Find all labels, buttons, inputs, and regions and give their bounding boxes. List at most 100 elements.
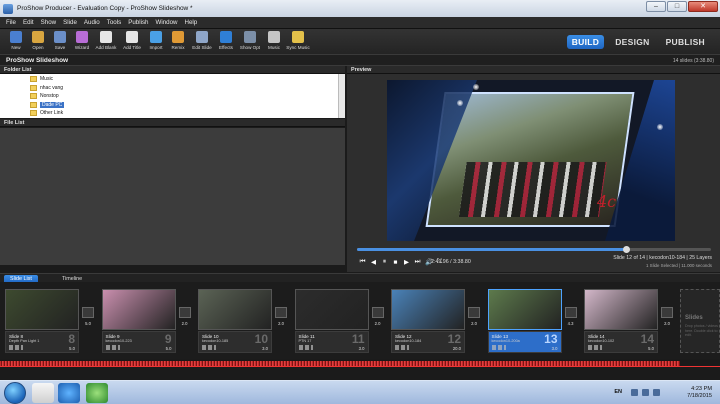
tool-save-button[interactable]: Save	[50, 31, 70, 50]
tool-effects-button[interactable]: Effects	[216, 31, 236, 50]
slide-thumbnail[interactable]	[101, 289, 176, 330]
slide-duration[interactable]: 20.0	[453, 346, 461, 351]
menu-slide[interactable]: Slide	[63, 19, 77, 26]
slide-card[interactable]: 4.3 Slide 13 kecodon10-200a 13 3.0	[487, 287, 579, 355]
slide-info-box[interactable]: Slide 12 kecodon10-184 12 20.0	[391, 331, 465, 353]
playback-scrub-knob[interactable]	[623, 246, 631, 253]
playback-control-button[interactable]: ▶	[403, 258, 410, 266]
menu-show[interactable]: Show	[41, 19, 56, 26]
transition-icon[interactable]	[275, 307, 287, 318]
taskbar-app-icon[interactable]	[32, 383, 54, 403]
tray-icon[interactable]	[653, 389, 660, 396]
tool-sync-music-button[interactable]: Sync Music	[286, 31, 310, 50]
folder-item[interactable]: Other Link	[30, 109, 63, 117]
transition-icon[interactable]	[564, 307, 577, 318]
slide-list[interactable]: Slides Drop photos / videos here. Double…	[0, 282, 720, 359]
slide-info-box[interactable]: Slide 8 Depth Pan Light 1 8 5.0	[5, 331, 79, 353]
start-button[interactable]	[4, 382, 26, 404]
slide-duration[interactable]: 3.0	[359, 346, 365, 351]
menu-audio[interactable]: Audio	[84, 19, 100, 26]
playback-control-button[interactable]: ⏸	[381, 258, 388, 266]
playback-control-button[interactable]: ⏭	[414, 258, 421, 266]
file-list-panel[interactable]	[0, 128, 345, 265]
tool-edit-slide-button[interactable]: Edit Slide	[190, 31, 214, 50]
transition-icon[interactable]	[468, 307, 480, 318]
playback-control-button[interactable]: ⏮	[359, 258, 366, 266]
slide-info-box[interactable]: Slide 13 kecodon10-200a 13 3.0	[487, 331, 562, 353]
minimize-button[interactable]: –	[646, 1, 666, 12]
tool-add-title-button[interactable]: Add Title	[120, 31, 144, 50]
slide-info-box[interactable]: Slide 11 PTN 17 11 3.0	[294, 331, 369, 353]
tool-open-button[interactable]: Open	[28, 31, 48, 50]
transition-duration[interactable]: 2.0	[661, 321, 673, 326]
slide-info-box[interactable]: Slide 9 kecodon10-223 9 5.0	[101, 331, 176, 353]
tool-new-button[interactable]: New	[6, 31, 26, 50]
mode-publish-tab[interactable]: PUBLISH	[661, 35, 710, 49]
slides-drop-placeholder[interactable]: Slides Drop photos / videos here. Double…	[680, 289, 720, 353]
folder-tree[interactable]: Music nhac vang Nonstop Dade PC Other Link	[0, 74, 345, 118]
playback-control-button[interactable]: ■	[392, 259, 399, 266]
slide-duration[interactable]: 5.0	[69, 346, 75, 351]
tool-add-blank-button[interactable]: Add Blank	[94, 31, 118, 50]
transition-duration[interactable]: 2.0	[179, 321, 191, 326]
slide-thumbnail[interactable]	[5, 289, 79, 330]
transition-duration[interactable]: 2.0	[275, 321, 287, 326]
slide-thumbnail[interactable]	[294, 289, 369, 330]
slide-card[interactable]: 2.0 Slide 14 kecodon10-102 14 5.0	[583, 287, 675, 355]
tool-wizard-button[interactable]: Wizard	[72, 31, 92, 50]
transition-duration[interactable]: 2.0	[372, 321, 384, 326]
tool-import-button[interactable]: Import	[146, 31, 166, 50]
tool-remix-button[interactable]: Remix	[168, 31, 188, 50]
slide-thumbnail[interactable]	[487, 289, 562, 330]
tool-show-opt-button[interactable]: Show Opt	[238, 31, 262, 50]
transition-duration[interactable]: 5.0	[82, 321, 94, 326]
taskbar-app-icon[interactable]	[86, 383, 108, 403]
menu-publish[interactable]: Publish	[128, 19, 148, 26]
slide-card[interactable]: 2.0 Slide 12 kecodon10-184 12 20.0	[390, 287, 482, 355]
slide-duration[interactable]: 5.0	[648, 346, 654, 351]
menu-window[interactable]: Window	[155, 19, 177, 26]
transition-duration[interactable]: 2.0	[468, 321, 480, 326]
transition-icon[interactable]	[178, 307, 191, 318]
mode-design-tab[interactable]: DESIGN	[610, 35, 654, 49]
slide-duration[interactable]: 3.0	[552, 346, 558, 351]
folder-item[interactable]: Music	[30, 75, 53, 83]
close-button[interactable]: ✕	[688, 1, 718, 12]
menu-help[interactable]: Help	[185, 19, 198, 26]
transition-icon[interactable]	[82, 307, 94, 318]
folder-scrollbar[interactable]	[338, 74, 345, 118]
tool-music-button[interactable]: Music	[264, 31, 284, 50]
slide-duration[interactable]: 5.0	[166, 346, 172, 351]
tray-icon[interactable]	[631, 389, 638, 396]
internet-explorer-icon[interactable]	[58, 383, 80, 403]
slide-card[interactable]: 2.0 Slide 10 kecodon10-185 10 3.0	[197, 287, 289, 355]
transition-icon[interactable]	[661, 307, 673, 318]
slide-thumbnail[interactable]	[391, 289, 465, 330]
slide-card[interactable]: 2.0 Slide 9 kecodon10-223 9 5.0	[101, 287, 193, 355]
transition-duration[interactable]: 4.3	[565, 321, 577, 326]
mode-build-tab[interactable]: BUILD	[566, 35, 605, 49]
slide-card[interactable]: 2.0 Slide 11 PTN 17 11 3.0	[294, 287, 386, 355]
tool-label: Sync Music	[286, 45, 310, 50]
slide-thumbnail[interactable]	[584, 289, 658, 330]
maximize-button[interactable]: □	[667, 1, 687, 12]
playback-control-button[interactable]: ◀	[370, 258, 377, 266]
slide-info-box[interactable]: Slide 10 kecodon10-185 10 3.0	[198, 331, 272, 353]
slide-info-box[interactable]: Slide 14 kecodon10-102 14 5.0	[584, 331, 658, 353]
menu-edit[interactable]: Edit	[23, 19, 34, 26]
menu-tools[interactable]: Tools	[107, 19, 121, 26]
folder-item[interactable]: nhac vang	[30, 84, 63, 92]
tray-icon[interactable]	[642, 389, 649, 396]
playback-progress[interactable]	[357, 246, 711, 253]
menu-file[interactable]: File	[6, 19, 16, 26]
folder-item[interactable]: Dade PC	[30, 101, 65, 109]
language-indicator[interactable]: EN	[614, 389, 622, 395]
slide-thumbnail[interactable]	[198, 289, 272, 330]
slide-card[interactable]: 5.0 Slide 8 Depth Pan Light 1 8 5.0	[4, 287, 96, 355]
taskbar-clock[interactable]: 4:23 PM 7/18/2015	[687, 386, 712, 400]
audio-track[interactable]	[0, 360, 720, 367]
slide-duration[interactable]: 3.0	[262, 346, 268, 351]
preview-canvas[interactable]: 4c	[387, 80, 675, 241]
folder-item[interactable]: Nonstop	[30, 92, 59, 100]
transition-icon[interactable]	[371, 307, 384, 318]
